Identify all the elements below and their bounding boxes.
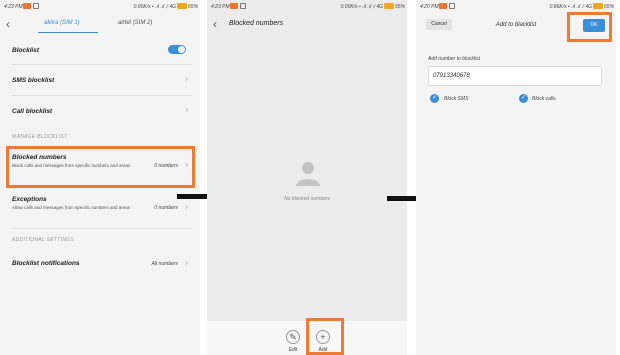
notification-icon	[449, 3, 455, 9]
notification-icon	[33, 3, 39, 9]
highlight-box	[6, 146, 195, 188]
chevron-right-icon: ›	[185, 74, 188, 83]
battery-icon	[177, 3, 187, 9]
tab-indicator	[38, 32, 98, 33]
empty-state-text: No blocked numbers	[284, 196, 330, 202]
app-bar: ‹ Blocked numbers	[207, 14, 407, 36]
battery-icon	[593, 3, 603, 9]
notification-icon	[439, 3, 447, 9]
divider	[12, 228, 192, 229]
status-speed: 0.00K/s ▪ .ıl .ıl ⫽ 4G	[133, 4, 176, 10]
block-calls-label: Block calls	[532, 96, 556, 102]
row-sms-blocklist[interactable]: SMS blocklist ›	[0, 65, 200, 95]
tab-sim-1[interactable]: akiira (SIM 1)	[44, 20, 80, 26]
person-icon	[295, 160, 321, 186]
status-speed: 0.86K/s ▪ .ıl .ıl ⫽ 4G	[549, 4, 592, 10]
blocklist-toggle[interactable]	[168, 45, 186, 54]
section-header-manage: MANAGE BLOCKLIST	[12, 134, 68, 140]
chevron-right-icon: ›	[185, 105, 188, 114]
status-bar: 4:23 PM 0.00K/s ▪ .ıl .ıl ⫽ 4G 55%	[0, 0, 200, 14]
battery-percent: 55%	[187, 4, 198, 10]
status-time: 4:23 PM	[211, 4, 230, 10]
edit-label: Edit	[288, 347, 298, 353]
notification-icon	[230, 3, 238, 9]
battery-icon	[384, 3, 394, 9]
back-icon[interactable]: ‹	[213, 17, 217, 31]
status-time: 4:20 PM	[420, 4, 439, 10]
row-exceptions[interactable]: Exceptions Allow calls and messages from…	[0, 190, 200, 226]
screen-blocked-numbers: 4:23 PM 0.00K/s ▪ .ıl .ıl ⫽ 4G 55% ‹ Blo…	[207, 0, 407, 355]
highlight-box	[567, 12, 612, 42]
chevron-right-icon: ›	[185, 258, 188, 267]
check-icon[interactable]: ✓	[430, 94, 439, 103]
row-label: Blocklist	[12, 47, 40, 54]
status-time: 4:23 PM	[4, 4, 23, 10]
battery-percent: 55%	[603, 4, 614, 10]
check-icon[interactable]: ✓	[519, 94, 528, 103]
edit-icon: ✎	[286, 330, 300, 344]
section-header-additional: ADDITIONAL SETTINGS	[12, 237, 75, 243]
battery-percent: 55%	[394, 4, 405, 10]
block-sms-label: Block SMS	[444, 96, 469, 102]
row-label: Blocklist notifications	[12, 260, 80, 267]
row-label: SMS blocklist	[12, 77, 55, 84]
row-label: Call blocklist	[12, 108, 53, 115]
row-description: Allow calls and messages from specific n…	[12, 205, 131, 210]
row-blocklist-notifications[interactable]: Blocklist notifications All numbers ›	[0, 250, 200, 278]
row-value: 0 numbers	[154, 205, 178, 211]
notification-icon	[240, 3, 246, 9]
notification-icon	[23, 3, 31, 9]
row-call-blocklist[interactable]: Call blocklist ›	[0, 96, 200, 126]
status-bar: 4:23 PM 0.00K/s ▪ .ıl .ıl ⫽ 4G 55%	[207, 0, 407, 14]
row-label: Exceptions	[12, 196, 47, 203]
chevron-right-icon: ›	[185, 202, 188, 211]
back-icon[interactable]: ‹	[6, 17, 10, 31]
highlight-box	[306, 318, 344, 355]
screen-add-to-blacklist: 4:20 PM 0.86K/s ▪ .ıl .ıl ⫽ 4G 55% Cance…	[416, 0, 616, 355]
app-bar: ‹ akiira (SIM 1) airtel (SIM 2)	[0, 14, 200, 36]
tab-sim-2[interactable]: airtel (SIM 2)	[118, 20, 152, 26]
number-input[interactable]: 07913340678	[428, 66, 602, 86]
screen-blocklist-settings: 4:23 PM 0.00K/s ▪ .ıl .ıl ⫽ 4G 55% ‹ aki…	[0, 0, 200, 355]
edit-button[interactable]: ✎ Edit	[283, 330, 303, 353]
page-title: Blocked numbers	[229, 20, 284, 27]
field-label: Add number to blocklist	[428, 56, 480, 62]
status-speed: 0.00K/s ▪ .ıl .ıl ⫽ 4G	[340, 4, 383, 10]
row-value: All numbers	[151, 261, 178, 267]
